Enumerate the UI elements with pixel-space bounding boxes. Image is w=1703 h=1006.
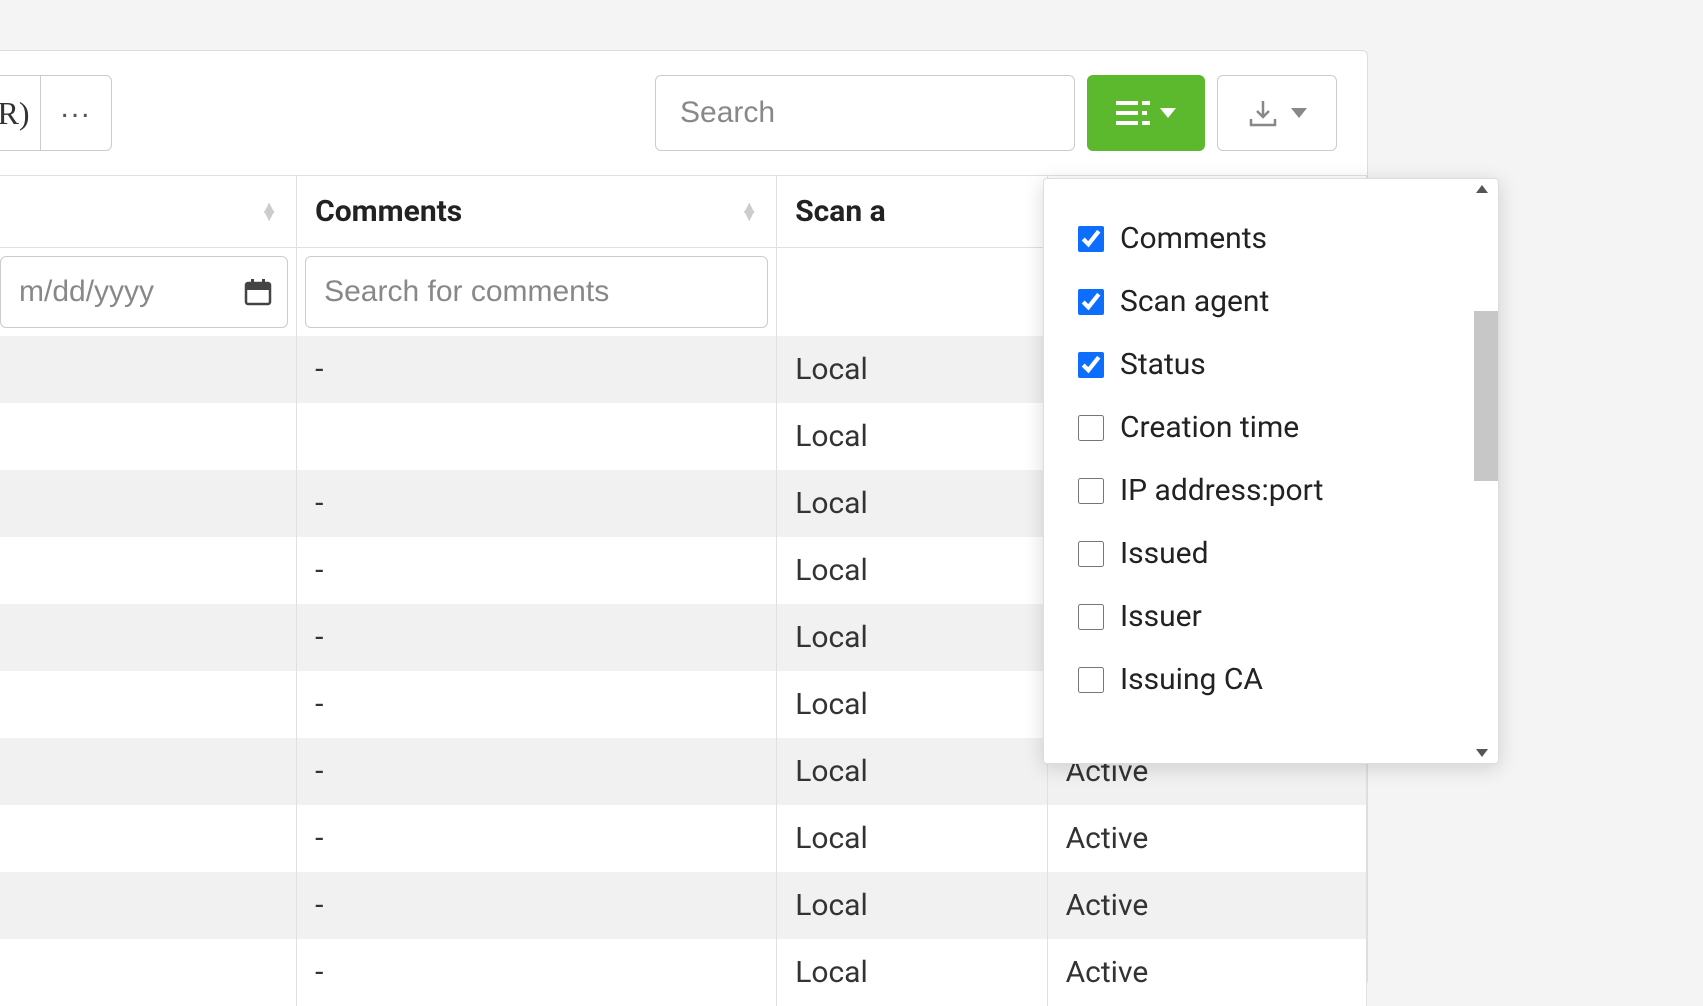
- column-option[interactable]: Status: [1044, 333, 1498, 396]
- cell-agent: Local: [777, 671, 1047, 738]
- column-option-label: Issuer: [1120, 599, 1202, 634]
- column-option[interactable]: IP address:port: [1044, 459, 1498, 522]
- cell-comments: -: [297, 939, 777, 1006]
- more-actions-button[interactable]: ...: [40, 75, 112, 151]
- date-filter-input[interactable]: [0, 256, 288, 328]
- cell-date: [0, 671, 297, 738]
- cell-comments: -: [297, 872, 777, 939]
- toolbar-left-group: R) ...: [0, 75, 112, 151]
- column-checkbox[interactable]: [1078, 667, 1104, 693]
- cell-agent: Local: [777, 738, 1047, 805]
- table-row[interactable]: -LocalActive: [0, 939, 1367, 1006]
- column-option[interactable]: Comments: [1044, 207, 1498, 270]
- sort-icon[interactable]: ▲▼: [740, 204, 758, 220]
- columns-icon: [1116, 99, 1150, 127]
- cell-comments: -: [297, 671, 777, 738]
- column-option[interactable]: Creation time: [1044, 396, 1498, 459]
- caret-down-icon: [1291, 108, 1307, 118]
- column-checkbox[interactable]: [1078, 226, 1104, 252]
- scrollbar-thumb[interactable]: [1474, 311, 1498, 481]
- scrollbar-track[interactable]: [1474, 199, 1498, 743]
- column-option-label: Issuing CA: [1120, 662, 1263, 697]
- cell-agent: Local: [777, 872, 1047, 939]
- column-checkbox[interactable]: [1078, 478, 1104, 504]
- cell-date: [0, 336, 297, 403]
- cell-agent: Local: [777, 537, 1047, 604]
- r-button[interactable]: R): [0, 75, 40, 151]
- cell-agent: Local: [777, 470, 1047, 537]
- cell-comments: -: [297, 738, 777, 805]
- cell-date: [0, 537, 297, 604]
- column-header-comments[interactable]: Comments ▲▼: [297, 176, 777, 248]
- column-option-label: Scan agent: [1120, 284, 1269, 319]
- scroll-up-arrow[interactable]: [1044, 179, 1498, 199]
- cell-date: [0, 738, 297, 805]
- cell-date: [0, 470, 297, 537]
- column-option-label: IP address:port: [1120, 473, 1323, 508]
- column-option-label: Status: [1120, 347, 1206, 382]
- column-option[interactable]: Issuing CA: [1044, 648, 1498, 711]
- column-option[interactable]: Scan agent: [1044, 270, 1498, 333]
- cell-date: [0, 604, 297, 671]
- cell-agent: Local: [777, 604, 1047, 671]
- cell-date: [0, 939, 297, 1006]
- table-row[interactable]: -LocalActive: [0, 805, 1367, 872]
- column-option-label: Creation time: [1120, 410, 1299, 445]
- cell-status: Active: [1047, 939, 1366, 1006]
- download-button[interactable]: [1217, 75, 1337, 151]
- column-option[interactable]: Issuer: [1044, 585, 1498, 648]
- column-header-date[interactable]: ▲▼: [0, 176, 297, 248]
- column-checkbox[interactable]: [1078, 415, 1104, 441]
- caret-down-icon: [1160, 108, 1176, 118]
- cell-status: Active: [1047, 805, 1366, 872]
- column-option-label: Issued: [1120, 536, 1209, 571]
- cell-comments: -: [297, 537, 777, 604]
- cell-comments: -: [297, 805, 777, 872]
- column-option-label: Comments: [1120, 221, 1267, 256]
- cell-agent: Local: [777, 805, 1047, 872]
- column-checkbox[interactable]: [1078, 604, 1104, 630]
- column-header-scan-agent[interactable]: Scan a: [777, 176, 1047, 248]
- column-checkbox[interactable]: [1078, 289, 1104, 315]
- toolbar: R) ...: [0, 51, 1367, 175]
- sort-icon[interactable]: ▲▼: [260, 204, 278, 220]
- cell-date: [0, 805, 297, 872]
- column-checkbox[interactable]: [1078, 352, 1104, 378]
- columns-picker-button[interactable]: [1087, 75, 1205, 151]
- column-option[interactable]: Issued: [1044, 522, 1498, 585]
- cell-agent: Local: [777, 939, 1047, 1006]
- table-row[interactable]: -LocalActive: [0, 872, 1367, 939]
- cell-agent: Local: [777, 403, 1047, 470]
- cell-date: [0, 403, 297, 470]
- comments-filter-input[interactable]: [305, 256, 768, 328]
- cell-comments: -: [297, 604, 777, 671]
- cell-comments: [297, 403, 777, 470]
- download-icon: [1247, 97, 1279, 129]
- cell-date: [0, 872, 297, 939]
- search-input[interactable]: [655, 75, 1075, 151]
- scroll-down-arrow[interactable]: [1044, 743, 1498, 763]
- cell-status: Active: [1047, 872, 1366, 939]
- dropdown-body: Comments Scan agent Status Creation time IP …: [1044, 199, 1498, 743]
- column-picker-dropdown: Comments Scan agent Status Creation time IP …: [1043, 178, 1499, 764]
- cell-comments: -: [297, 470, 777, 537]
- column-checkbox[interactable]: [1078, 541, 1104, 567]
- cell-agent: Local: [777, 336, 1047, 403]
- cell-comments: -: [297, 336, 777, 403]
